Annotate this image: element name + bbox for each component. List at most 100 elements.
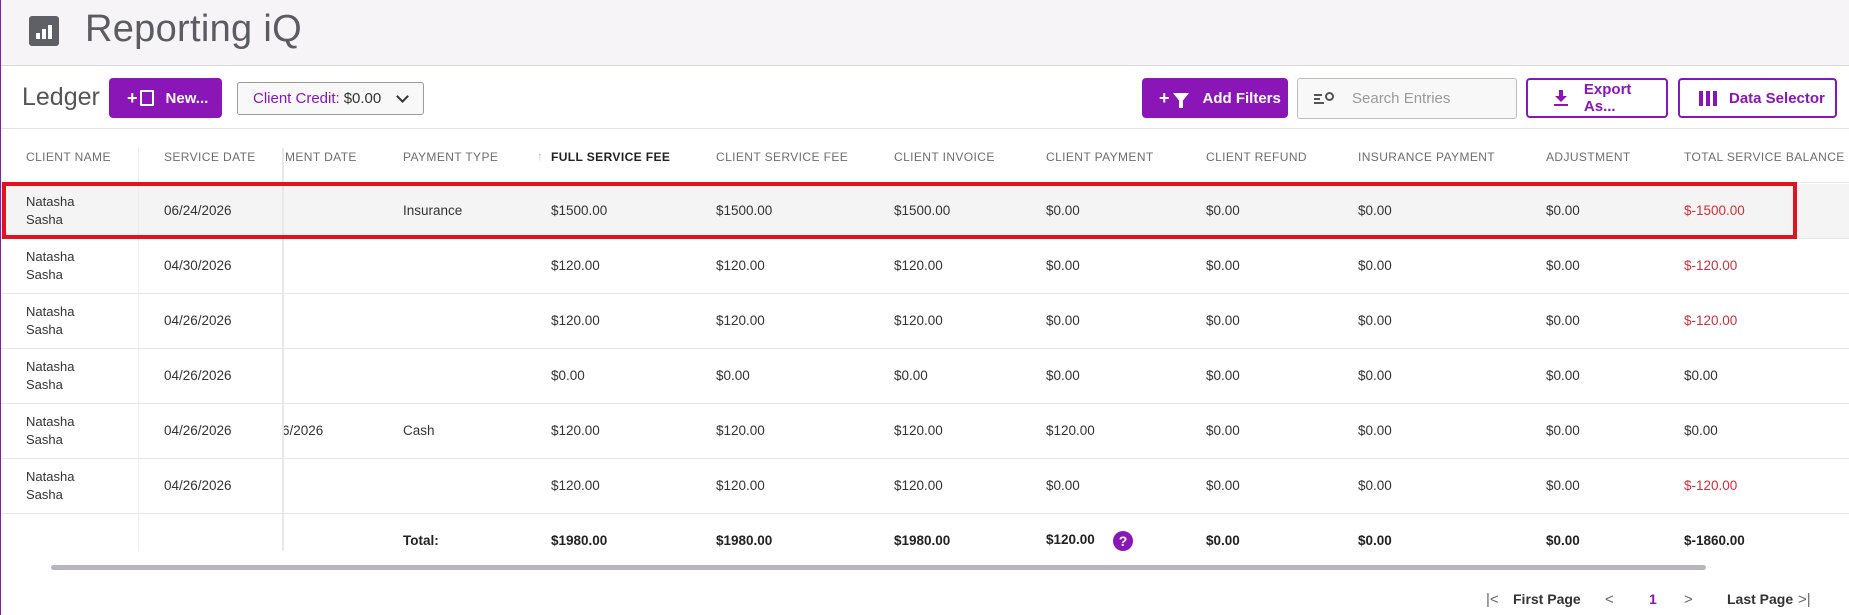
first-page-icon[interactable]: |< bbox=[1486, 591, 1499, 608]
data-selector-button[interactable]: Data Selector bbox=[1678, 78, 1837, 118]
columns-icon bbox=[1699, 90, 1717, 106]
insurance-cell: $0.00 bbox=[1358, 203, 1392, 218]
client-credit-label: Client Credit: bbox=[253, 90, 340, 107]
client-last-name: Sasha bbox=[26, 432, 63, 447]
prev-page-icon[interactable]: < bbox=[1605, 591, 1614, 608]
client-name-cell[interactable]: Natasha Sasha bbox=[26, 303, 74, 339]
payment-cell: $120.00 bbox=[1046, 423, 1095, 438]
service-date-cell: 04/26/2026 bbox=[164, 423, 232, 438]
search-input[interactable] bbox=[1352, 90, 1512, 107]
header-full-service-fee[interactable]: ↑ FULL SERVICE FEE bbox=[537, 149, 670, 164]
current-page[interactable]: 1 bbox=[1649, 591, 1657, 607]
client-name-cell[interactable]: Natasha Sasha bbox=[26, 248, 74, 284]
client-name-cell[interactable]: Natasha Sasha bbox=[26, 193, 74, 229]
client-first-name: Natasha bbox=[26, 194, 75, 209]
service-date-cell: 06/24/2026 bbox=[164, 203, 232, 218]
total-payment: $120.00 bbox=[1046, 532, 1095, 547]
balance-cell: $0.00 bbox=[1684, 368, 1718, 383]
table-row[interactable]: Natasha Sasha 04/30/2026 $120.00 $120.00 $120… bbox=[1, 239, 1849, 294]
client-last-name: Sasha bbox=[26, 377, 63, 392]
insurance-cell: $0.00 bbox=[1358, 478, 1392, 493]
header-total-service-balance[interactable]: TOTAL SERVICE BALANCE bbox=[1684, 150, 1845, 164]
client-fee-cell: $120.00 bbox=[716, 313, 765, 328]
client-first-name: Natasha bbox=[26, 414, 75, 429]
table-row[interactable]: Natasha Sasha 04/26/2026 $120.00 $120.00 $120… bbox=[1, 294, 1849, 349]
client-credit-value: $0.00 bbox=[343, 90, 382, 107]
balance-cell: $-120.00 bbox=[1684, 478, 1738, 493]
client-fee-cell: $120.00 bbox=[716, 423, 765, 438]
header-adjustment[interactable]: ADJUSTMENT bbox=[1546, 150, 1631, 164]
table-row[interactable]: Natasha Sasha 04/26/2026 $120.00 $120.00 $120… bbox=[1, 459, 1849, 514]
service-date-cell: 04/26/2026 bbox=[164, 478, 232, 493]
client-first-name: Natasha bbox=[26, 359, 75, 374]
service-date-cell: 04/26/2026 bbox=[164, 313, 232, 328]
plus-icon: + bbox=[127, 87, 138, 108]
adjustment-cell: $0.00 bbox=[1546, 478, 1580, 493]
chevron-down-icon bbox=[396, 90, 409, 103]
payment-cell: $0.00 bbox=[1046, 478, 1080, 493]
add-filters-button[interactable]: + Add Filters bbox=[1142, 78, 1288, 118]
total-row: Total: $1980.00 $1980.00 $1980.00 $120.0… bbox=[1, 518, 1849, 563]
header-client-refund[interactable]: CLIENT REFUND bbox=[1206, 150, 1307, 164]
client-last-name: Sasha bbox=[26, 212, 63, 227]
refund-cell: $0.00 bbox=[1206, 478, 1240, 493]
total-balance: $-1860.00 bbox=[1684, 533, 1745, 548]
search-box[interactable] bbox=[1297, 78, 1517, 119]
insurance-cell: $0.00 bbox=[1358, 423, 1392, 438]
invoice-cell: $120.00 bbox=[894, 423, 943, 438]
client-last-name: Sasha bbox=[26, 487, 63, 502]
client-name-cell[interactable]: Natasha Sasha bbox=[26, 413, 74, 449]
full-fee-cell: $120.00 bbox=[551, 423, 600, 438]
next-page-icon[interactable]: > bbox=[1684, 591, 1693, 608]
export-button[interactable]: Export As... bbox=[1526, 78, 1668, 118]
total-client-fee: $1980.00 bbox=[716, 533, 773, 548]
service-date-cell: 04/26/2026 bbox=[164, 368, 232, 383]
adjustment-cell: $0.00 bbox=[1546, 368, 1580, 383]
client-last-name: Sasha bbox=[26, 322, 63, 337]
invoice-cell: $120.00 bbox=[894, 313, 943, 328]
plus-icon: + bbox=[1159, 87, 1170, 108]
horizontal-scrollbar[interactable] bbox=[51, 565, 1706, 570]
last-page-icon[interactable]: >| bbox=[1798, 591, 1811, 608]
header-payment-date[interactable]: MENT DATE bbox=[285, 150, 357, 164]
insurance-cell: $0.00 bbox=[1358, 258, 1392, 273]
payment-type-cell: Cash bbox=[403, 423, 435, 438]
client-first-name: Natasha bbox=[26, 304, 75, 319]
table-row[interactable]: Natasha Sasha 04/26/2026 $0.00 $0.00 $0.00 $0.… bbox=[1, 349, 1849, 404]
first-page-button[interactable]: First Page bbox=[1513, 591, 1581, 607]
new-button-label: New... bbox=[165, 89, 209, 107]
client-credit-dropdown[interactable]: Client Credit: $0.00 bbox=[237, 82, 424, 115]
refund-cell: $0.00 bbox=[1206, 313, 1240, 328]
header-client-payment[interactable]: CLIENT PAYMENT bbox=[1046, 150, 1154, 164]
header-client-service-fee[interactable]: CLIENT SERVICE FEE bbox=[716, 150, 848, 164]
total-full-fee: $1980.00 bbox=[551, 533, 608, 548]
table-row[interactable]: Natasha Sasha 06/24/2026 Insurance $1500.00 $… bbox=[1, 184, 1849, 239]
client-name-cell[interactable]: Natasha Sasha bbox=[26, 468, 74, 504]
client-name-cell[interactable]: Natasha Sasha bbox=[26, 358, 74, 394]
service-date-cell: 04/30/2026 bbox=[164, 258, 232, 273]
payment-cell: $0.00 bbox=[1046, 368, 1080, 383]
bar-chart-icon bbox=[29, 16, 59, 46]
header-client-invoice[interactable]: CLIENT INVOICE bbox=[894, 150, 995, 164]
add-filters-label: Add Filters bbox=[1202, 89, 1281, 107]
payment-cell: $0.00 bbox=[1046, 203, 1080, 218]
help-icon[interactable]: ? bbox=[1113, 531, 1133, 551]
adjustment-cell: $0.00 bbox=[1546, 258, 1580, 273]
total-refund: $0.00 bbox=[1206, 533, 1240, 548]
header-payment-type[interactable]: PAYMENT TYPE bbox=[403, 150, 498, 164]
last-page-button[interactable]: Last Page bbox=[1727, 591, 1793, 607]
balance-cell: $0.00 bbox=[1684, 423, 1718, 438]
invoice-cell: $1500.00 bbox=[894, 203, 951, 218]
ledger-table: CLIENT NAME SERVICE DATE MENT DATE PAYME… bbox=[1, 130, 1849, 563]
new-button[interactable]: + New... bbox=[109, 78, 222, 118]
sort-arrow-icon: ↑ bbox=[537, 149, 544, 163]
payment-cell: $0.00 bbox=[1046, 313, 1080, 328]
refund-cell: $0.00 bbox=[1206, 203, 1240, 218]
insurance-cell: $0.00 bbox=[1358, 368, 1392, 383]
header-insurance-payment[interactable]: INSURANCE PAYMENT bbox=[1358, 150, 1495, 164]
ledger-toolbar: Ledger + New... Client Credit: $0.00 + A… bbox=[1, 67, 1849, 129]
header-client-name[interactable]: CLIENT NAME bbox=[26, 150, 111, 164]
header-service-date[interactable]: SERVICE DATE bbox=[164, 150, 256, 164]
table-row[interactable]: Natasha Sasha 04/26/2026 6/2026 Cash $120.00 $… bbox=[1, 404, 1849, 459]
adjustment-cell: $0.00 bbox=[1546, 203, 1580, 218]
